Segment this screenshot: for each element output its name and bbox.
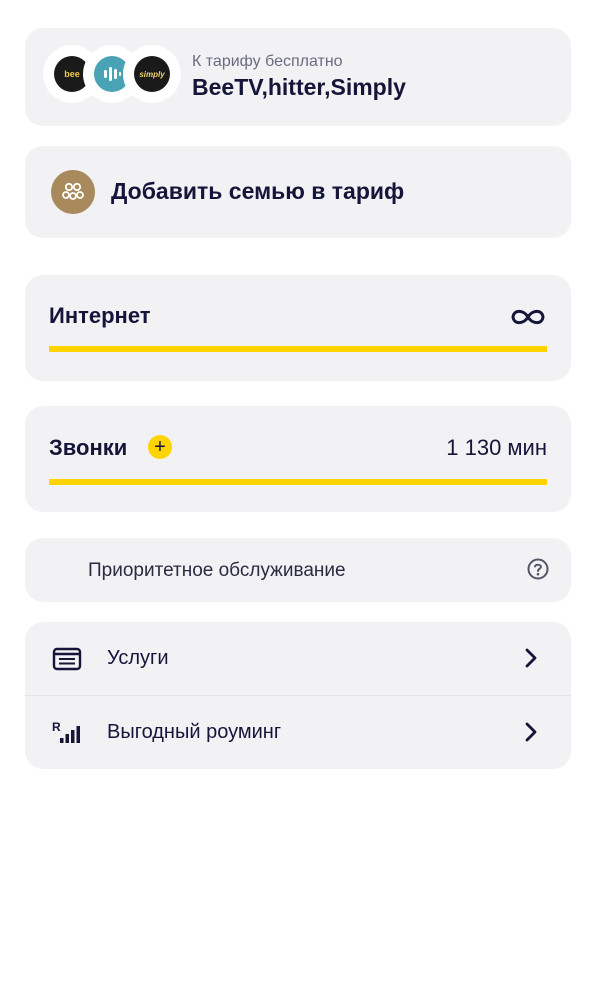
internet-card[interactable]: Интернет [25, 275, 571, 381]
services-icon [52, 647, 82, 671]
calls-progress-bar [49, 479, 547, 485]
free-services-list: BeeTV,hitter,Simply [192, 74, 406, 100]
free-services-card[interactable]: bee simply К тарифу бесплатно BeeTV,hitt… [25, 28, 571, 126]
help-icon[interactable] [527, 558, 549, 580]
list-item-services[interactable]: Услуги [25, 622, 571, 696]
priority-service-card[interactable]: Приоритетное обслуживание [25, 538, 571, 602]
list-item-roaming[interactable]: R Выгодный роуминг [25, 696, 571, 769]
chevron-right-icon [525, 648, 537, 668]
simply-logo: simply [123, 45, 181, 103]
calls-card[interactable]: Звонки + 1 130 мин [25, 406, 571, 512]
service-logos: bee simply [43, 45, 183, 107]
plus-icon[interactable]: + [148, 435, 172, 459]
free-services-caption: К тарифу бесплатно [192, 53, 343, 70]
chevron-right-icon [525, 722, 537, 742]
simply-logo-text: simply [134, 56, 170, 92]
options-list: Услуги R Выгодный роуминг [25, 622, 571, 769]
infinity-icon [511, 309, 545, 325]
internet-progress-bar [49, 346, 547, 352]
roaming-icon: R [52, 720, 80, 743]
hitter-bars-icon [104, 67, 121, 81]
calls-value: 1 130 мин [446, 435, 547, 460]
svg-text:R: R [52, 720, 61, 734]
roaming-label: Выгодный роуминг [107, 721, 282, 743]
priority-service-label: Приоритетное обслуживание [88, 560, 346, 581]
add-family-label: Добавить семью в тариф [111, 178, 405, 204]
services-label: Услуги [107, 647, 169, 669]
internet-title: Интернет [49, 303, 151, 328]
add-family-card[interactable]: Добавить семью в тариф [25, 146, 571, 238]
calls-title: Звонки [49, 435, 128, 460]
family-icon [51, 170, 95, 214]
